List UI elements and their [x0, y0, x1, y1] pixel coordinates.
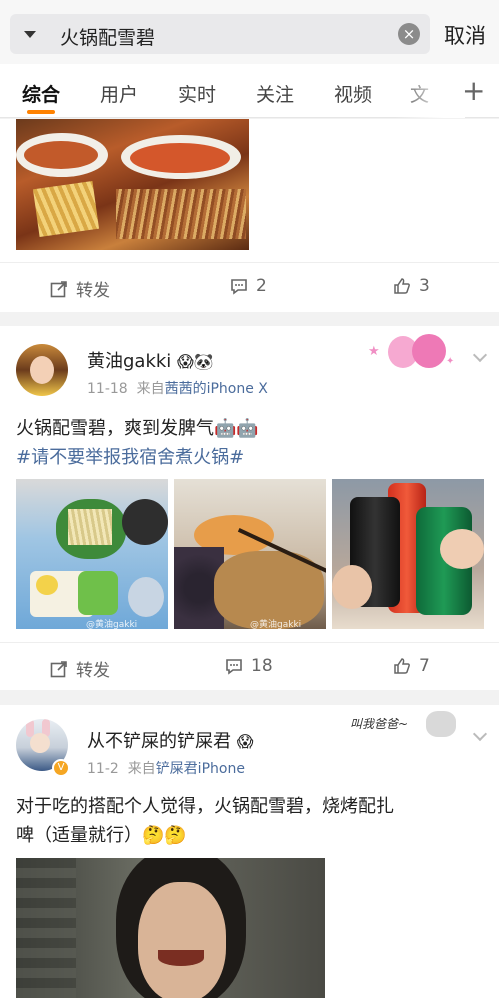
image-watermark: @黄油gakki	[250, 620, 302, 629]
username[interactable]: 从不铲屎的铲屎君 😱	[87, 727, 253, 753]
avatar[interactable]	[16, 344, 68, 396]
post-card-2: V 从不铲屎的铲屎君 😱 11-2 来自铲屎君iPhone 叫我爸爸~ 对于吃的…	[0, 705, 499, 998]
post-meta: 11-2 来自铲屎君iPhone	[87, 761, 245, 777]
search-query[interactable]: 火锅配雪碧	[60, 23, 155, 50]
decoration-sticker: 叫我爸爸~	[342, 711, 462, 741]
add-tab-icon[interactable]: +	[462, 74, 485, 107]
source-link[interactable]: 铲屎君iPhone	[156, 761, 245, 777]
like-count: 3	[419, 276, 430, 296]
comment-button[interactable]: 18	[225, 656, 273, 676]
thumbs-up-icon	[394, 278, 410, 294]
post-image[interactable]	[16, 858, 325, 998]
username[interactable]: 黄油gakki 😱🐼	[87, 347, 214, 373]
action-bar: 转发 2 3	[0, 262, 499, 312]
username-emoji: 😱	[236, 732, 254, 751]
post-emoji: 🤔🤔	[142, 825, 187, 846]
action-bar: 转发 18 7	[0, 642, 499, 692]
post-emoji: 🤖🤖	[214, 418, 259, 439]
search-box[interactable]: 火锅配雪碧 ×	[10, 14, 430, 54]
like-button[interactable]: 7	[393, 656, 430, 676]
repost-label: 转发	[76, 661, 110, 681]
more-options-chevron-icon[interactable]	[472, 347, 488, 363]
tab-follow[interactable]: 关注	[256, 80, 294, 107]
post-image-1[interactable]: @黄油gakki	[16, 479, 168, 629]
post-meta: 11-18 来自茜茜的iPhone X	[87, 381, 268, 397]
comment-button[interactable]: 2	[230, 276, 267, 296]
active-tab-indicator	[27, 110, 55, 114]
comment-icon	[231, 279, 247, 295]
like-count: 7	[419, 656, 430, 676]
tab-realtime[interactable]: 实时	[178, 80, 216, 107]
post-card-1: 黄油gakki 😱🐼 11-18 来自茜茜的iPhone X ★ ✦ 火锅配雪碧…	[0, 326, 499, 690]
repost-label: 转发	[76, 281, 110, 301]
cancel-button[interactable]: 取消	[444, 20, 486, 50]
tab-comprehensive[interactable]: 综合	[22, 80, 60, 107]
comment-icon	[226, 659, 242, 675]
hashtag-link[interactable]: #请不要举报我宿舍煮火锅#	[16, 443, 244, 472]
post-image[interactable]	[16, 119, 249, 250]
like-button[interactable]: 3	[393, 276, 430, 296]
thumbs-up-icon	[394, 658, 410, 674]
tab-bar: 综合 用户 实时 关注 视频 文 +	[0, 64, 499, 118]
decoration-sticker: ★ ✦	[368, 332, 456, 376]
post-text: 火锅配雪碧，爽到发脾气🤖🤖	[16, 418, 259, 439]
post-image-3[interactable]	[332, 479, 484, 629]
username-emoji: 😱🐼	[177, 352, 214, 371]
dropdown-triangle-icon[interactable]	[24, 31, 36, 38]
post-card-0: 转发 2 3	[0, 119, 499, 312]
repost-icon	[50, 280, 67, 297]
source-link[interactable]: 茜茜的iPhone X	[165, 381, 268, 397]
tab-video[interactable]: 视频	[334, 80, 372, 107]
comment-count: 18	[251, 656, 273, 676]
post-text-line1: 对于吃的搭配个人觉得，火锅配雪碧，烧烤配扎	[16, 796, 394, 817]
comment-count: 2	[256, 276, 267, 296]
post-text-line2: 啤（适量就行）🤔🤔	[16, 825, 187, 846]
search-header: 火锅配雪碧 × 取消	[0, 0, 499, 64]
clear-icon[interactable]: ×	[398, 23, 420, 45]
tab-users[interactable]: 用户	[100, 80, 138, 107]
repost-button[interactable]: 转发	[50, 656, 110, 681]
verified-badge-icon: V	[52, 759, 70, 777]
post-image-2[interactable]: @黄油gakki	[174, 479, 326, 629]
repost-icon	[50, 660, 67, 677]
more-options-chevron-icon[interactable]	[472, 726, 488, 742]
image-watermark: @黄油gakki	[86, 620, 138, 629]
repost-button[interactable]: 转发	[50, 276, 110, 301]
tab-fade	[395, 64, 465, 118]
